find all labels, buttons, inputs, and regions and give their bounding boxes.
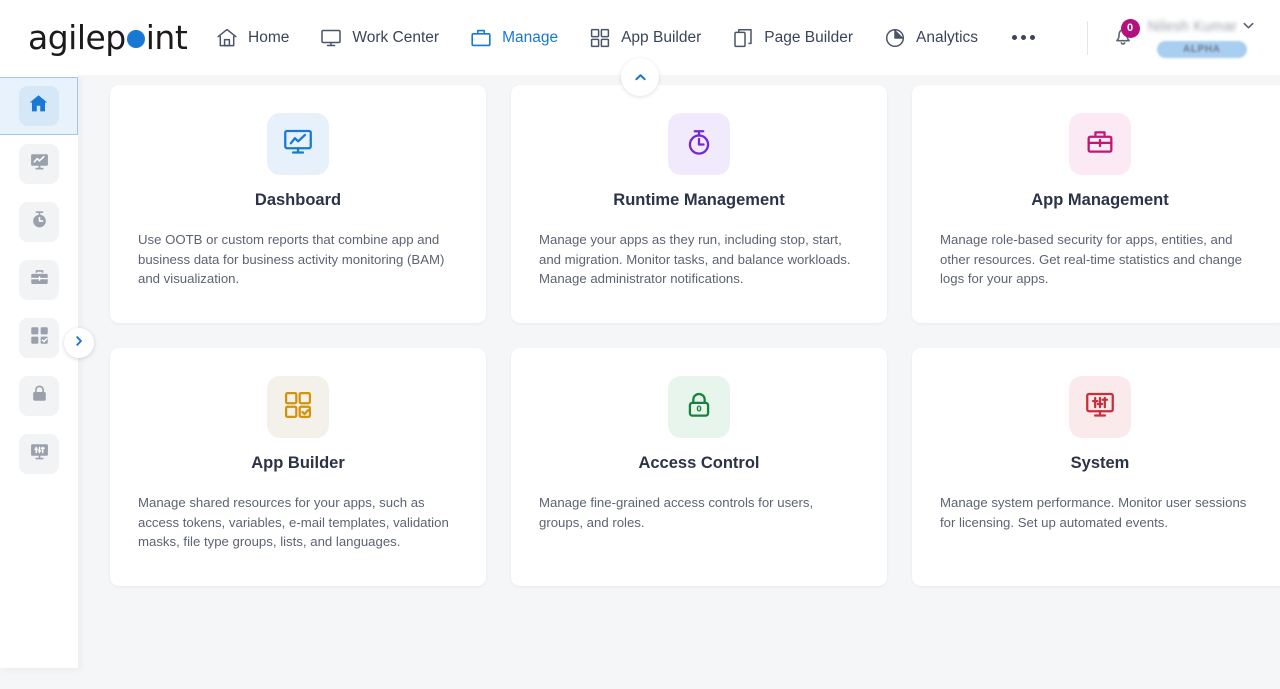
- card-access-control-icon-box: 0: [668, 376, 730, 438]
- pie-chart-icon: [883, 26, 907, 50]
- sliders-monitor-icon: [1083, 388, 1117, 427]
- main-content: Dashboard Use OOTB or custom reports tha…: [78, 75, 1280, 689]
- nav-label-manage: Manage: [502, 28, 559, 46]
- svg-text:0: 0: [696, 404, 701, 413]
- notifications-button[interactable]: 0: [1110, 18, 1140, 54]
- card-runtime-management[interactable]: Runtime Management Manage your apps as t…: [511, 85, 887, 323]
- card-desc-system: Manage system performance. Monitor user …: [940, 495, 1247, 530]
- nav-label-app-builder: App Builder: [621, 28, 702, 46]
- nav-item-page-builder[interactable]: Page Builder: [731, 26, 853, 50]
- home-icon: [215, 26, 239, 50]
- environment-badge: ALPHA: [1157, 40, 1247, 58]
- sidebar-app-builder-icon-box: [19, 318, 59, 358]
- card-access-control[interactable]: 0 Access Control Manage fine-grained acc…: [511, 348, 887, 586]
- left-sidebar: 0: [0, 75, 78, 668]
- card-desc-access-control: Manage fine-grained access controls for …: [539, 495, 814, 530]
- svg-text:0: 0: [37, 393, 41, 400]
- brand-dot-icon: [126, 30, 145, 48]
- nav-label-analytics: Analytics: [916, 28, 979, 46]
- grid-check-icon: [28, 324, 51, 352]
- monitor-icon: [319, 26, 343, 50]
- briefcase-icon: [28, 266, 51, 294]
- nav-label-page-builder: Page Builder: [764, 28, 853, 46]
- nav-item-home[interactable]: Home: [215, 26, 289, 50]
- card-app-management-icon-box: [1069, 113, 1131, 175]
- pages-icon: [731, 26, 755, 50]
- stopwatch-icon: [28, 208, 51, 236]
- card-title-access-control: Access Control: [638, 454, 760, 472]
- briefcase-icon: [1083, 125, 1117, 164]
- brand-text-before: agilep: [28, 18, 126, 57]
- chevron-down-icon: [1241, 18, 1256, 36]
- sidebar-home-icon-box: [18, 86, 59, 126]
- nav-label-home: Home: [248, 28, 290, 46]
- nav-item-app-builder[interactable]: App Builder: [588, 26, 701, 50]
- collapse-header-button[interactable]: [621, 58, 659, 96]
- card-app-builder[interactable]: App Builder Manage shared resources for …: [110, 348, 486, 586]
- sidebar-runtime-icon-box: [19, 202, 59, 242]
- more-dot-2: [1021, 35, 1027, 40]
- nav-more-button[interactable]: [1008, 29, 1039, 46]
- grid-check-icon: [281, 388, 315, 427]
- sidebar-item-access-control[interactable]: 0: [0, 367, 78, 425]
- sidebar-item-dashboard[interactable]: [0, 135, 78, 193]
- card-system[interactable]: System Manage system performance. Monito…: [912, 348, 1280, 586]
- brand-logo-text: agilep int: [28, 18, 188, 57]
- sidebar-system-icon-box: [19, 434, 59, 474]
- chevron-up-icon: [633, 70, 648, 85]
- sidebar-item-system[interactable]: [0, 425, 78, 483]
- card-app-builder-icon-box: [267, 376, 329, 438]
- lock-icon: 0: [28, 382, 51, 410]
- card-dashboard-icon-box: [267, 113, 329, 175]
- user-menu[interactable]: Nilesh Kumar ALPHA: [1148, 18, 1256, 58]
- card-runtime-icon-box: [668, 113, 730, 175]
- sidebar-access-control-icon-box: 0: [19, 376, 59, 416]
- nav-label-work-center: Work Center: [352, 28, 440, 46]
- sliders-monitor-icon: [28, 440, 51, 468]
- stopwatch-icon: [682, 125, 716, 164]
- card-system-icon-box: [1069, 376, 1131, 438]
- card-desc-app-management: Manage role-based security for apps, ent…: [940, 232, 1242, 287]
- card-app-management[interactable]: App Management Manage role-based securit…: [912, 85, 1280, 323]
- card-desc-runtime-management: Manage your apps as they run, including …: [539, 232, 851, 287]
- user-name: Nilesh Kumar: [1147, 18, 1237, 35]
- sidebar-dashboard-icon-box: [19, 144, 59, 184]
- user-menu-row: Nilesh Kumar: [1148, 18, 1256, 36]
- sidebar-item-home[interactable]: [0, 77, 78, 135]
- card-title-dashboard: Dashboard: [254, 191, 342, 209]
- nav-item-analytics[interactable]: Analytics: [883, 26, 978, 50]
- nav-item-work-center[interactable]: Work Center: [319, 26, 439, 50]
- briefcase-icon: [469, 26, 493, 50]
- more-dot-1: [1012, 35, 1018, 40]
- sidebar-expand-button[interactable]: [64, 328, 94, 358]
- header-divider: [1086, 20, 1088, 55]
- sidebar-app-management-icon-box: [19, 260, 59, 300]
- card-desc-app-builder: Manage shared resources for your apps, s…: [138, 495, 449, 550]
- grid-icon: [588, 26, 612, 50]
- manage-cards-grid: Dashboard Use OOTB or custom reports tha…: [78, 85, 1280, 586]
- card-title-system: System: [1070, 454, 1130, 472]
- notification-count-badge: 0: [1120, 18, 1140, 38]
- nav-item-manage[interactable]: Manage: [469, 26, 558, 50]
- card-desc-dashboard: Use OOTB or custom reports that combine …: [138, 232, 445, 287]
- brand-logo[interactable]: agilep int: [0, 0, 215, 75]
- more-dot-3: [1030, 35, 1036, 40]
- card-title-app-management: App Management: [1031, 191, 1169, 209]
- card-title-app-builder: App Builder: [251, 454, 345, 472]
- dashboard-icon: [281, 125, 315, 164]
- chevron-right-icon: [72, 334, 86, 353]
- dashboard-icon: [28, 150, 51, 178]
- card-dashboard[interactable]: Dashboard Use OOTB or custom reports tha…: [110, 85, 486, 323]
- card-title-runtime-management: Runtime Management: [613, 191, 785, 209]
- sidebar-item-app-management[interactable]: [0, 251, 78, 309]
- header-right-cluster: 0 Nilesh Kumar ALPHA: [1086, 0, 1280, 75]
- lock-icon: 0: [682, 388, 716, 427]
- brand-text-after: int: [145, 18, 188, 57]
- sidebar-item-runtime-management[interactable]: [0, 193, 78, 251]
- home-icon: [27, 92, 50, 120]
